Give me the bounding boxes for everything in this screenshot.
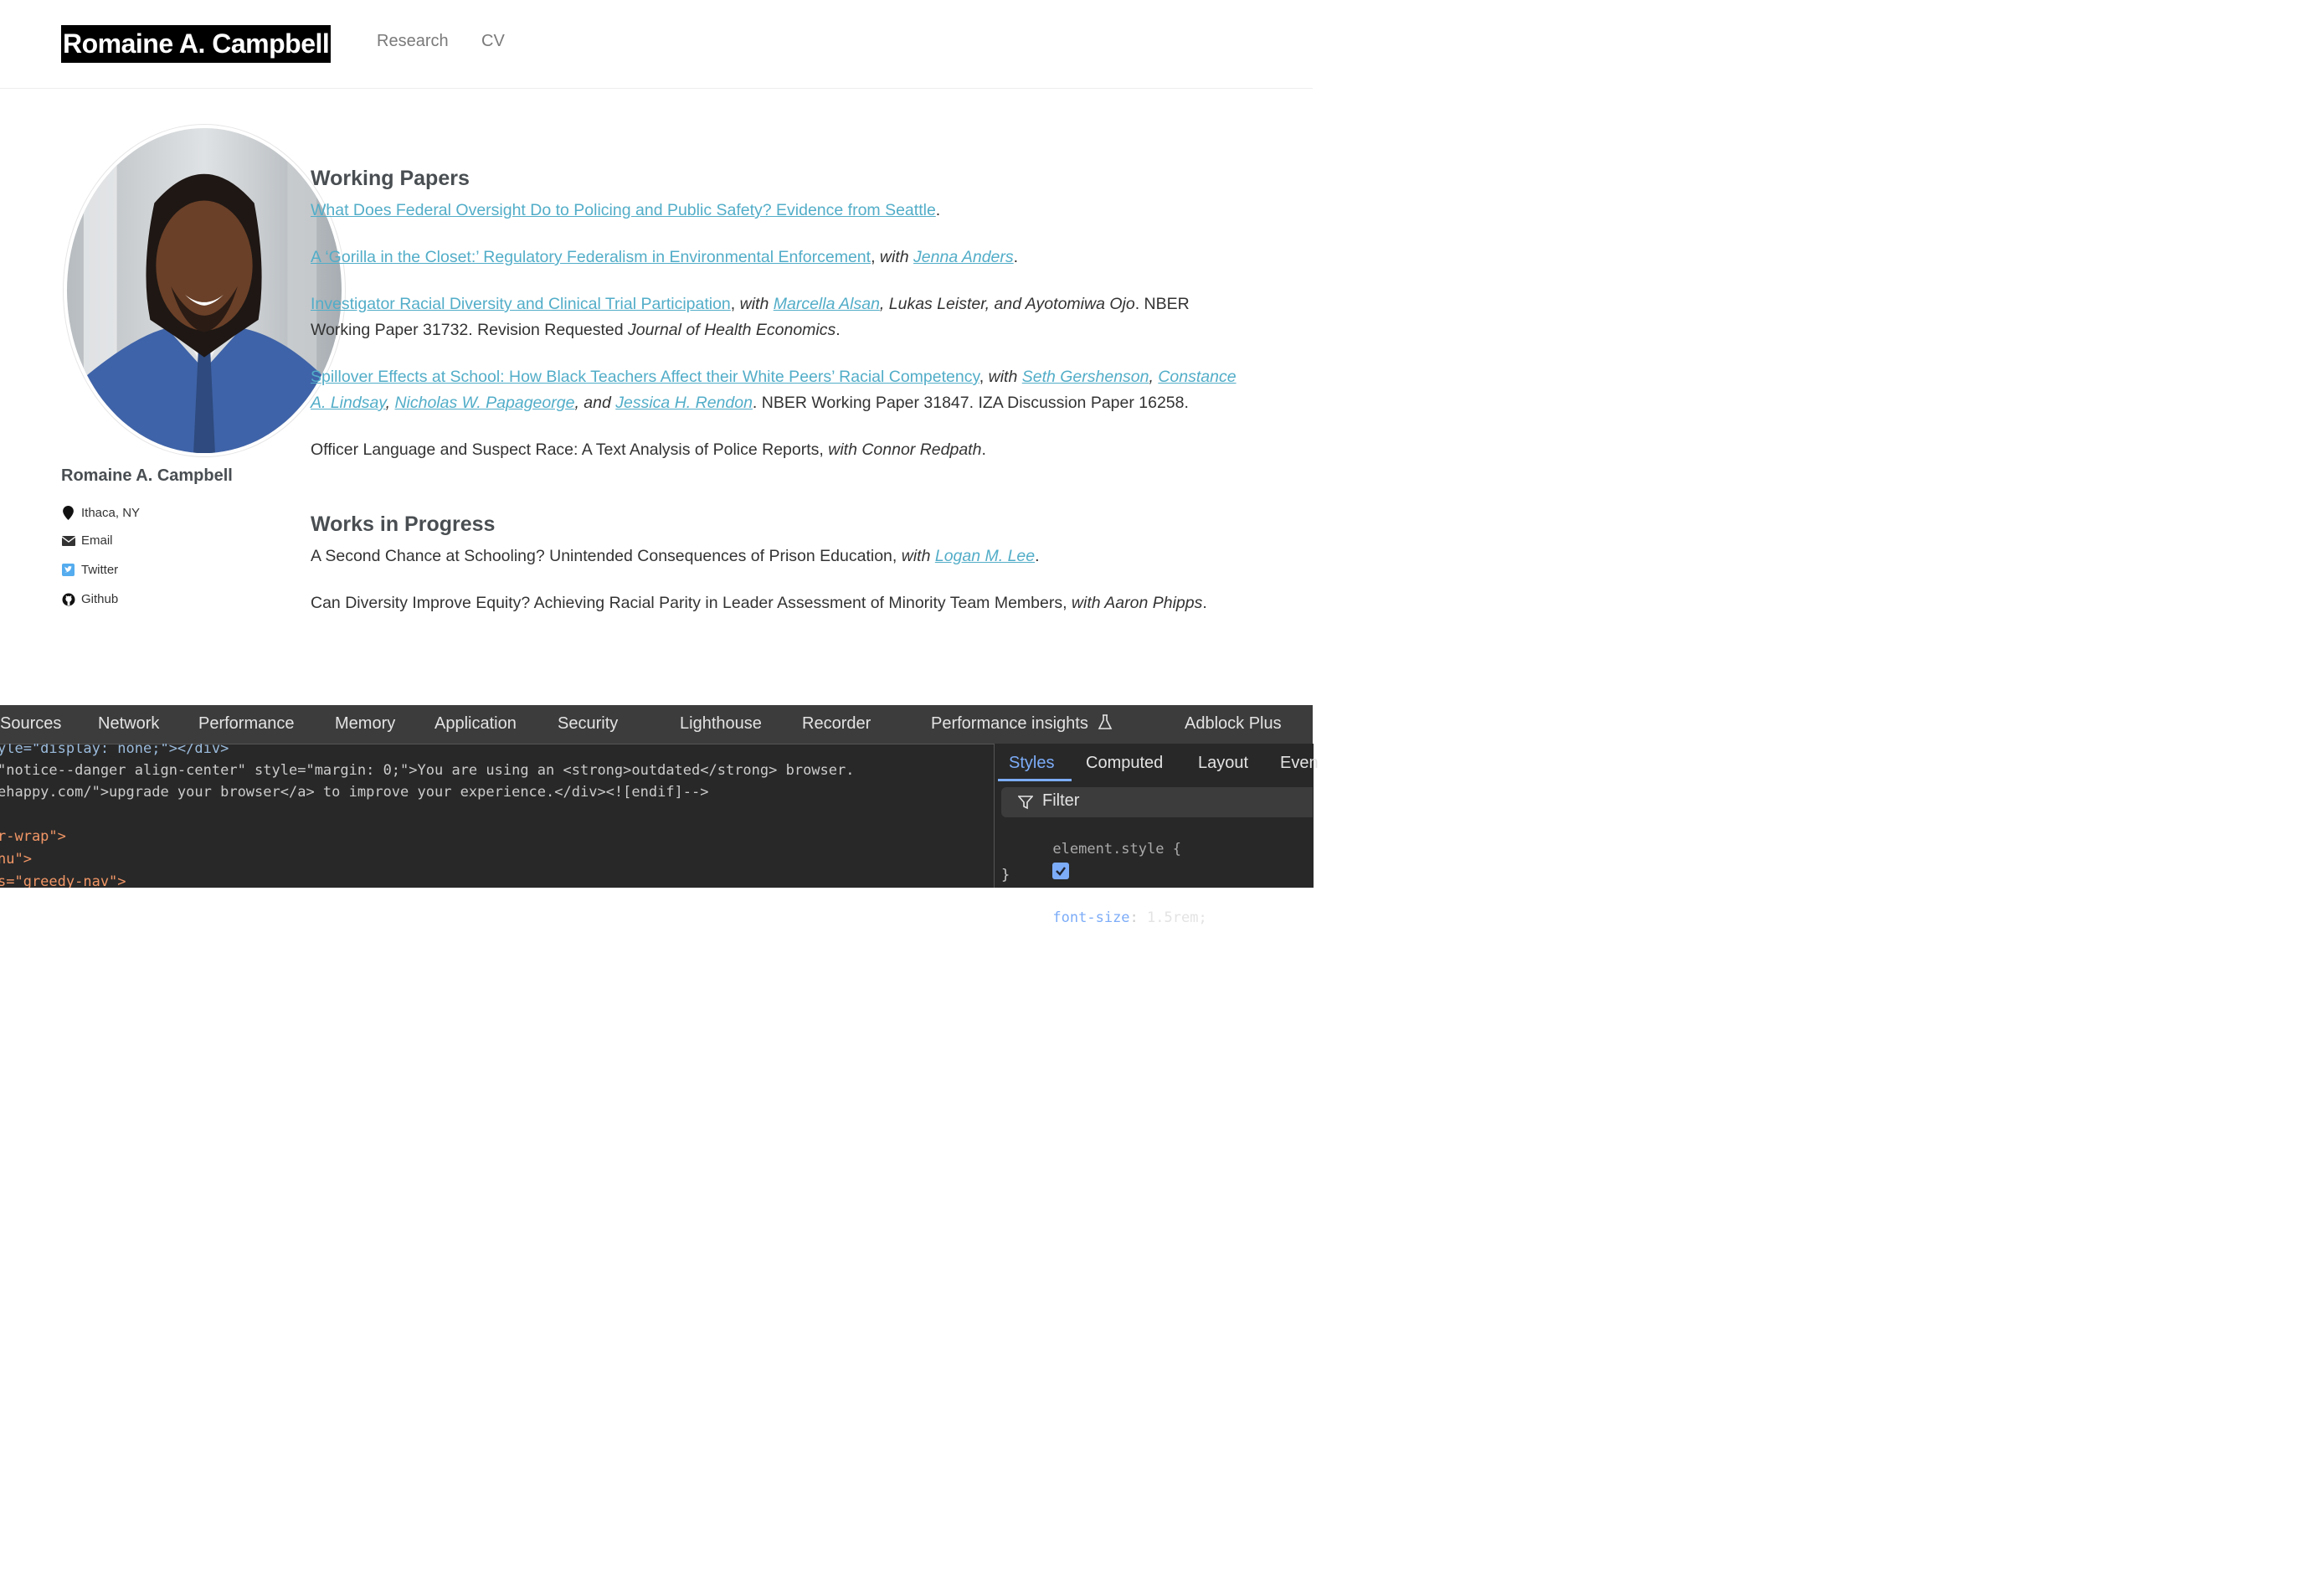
author-photo <box>67 128 342 453</box>
twitter-link[interactable]: Twitter <box>81 563 118 577</box>
paper-authors: with Connor Redpath <box>828 440 982 459</box>
author-name: Romaine A. Campbell <box>61 466 233 485</box>
with-text: with <box>988 368 1018 386</box>
code-line-text: nu"> <box>0 851 32 868</box>
nav-cv-link[interactable]: CV <box>481 32 505 51</box>
filter-placeholder: Filter <box>1042 791 1080 810</box>
tab-recorder[interactable]: Recorder <box>802 714 871 734</box>
tab-application[interactable]: Application <box>434 714 517 734</box>
main-content: Working Papers What Does Federal Oversig… <box>311 159 1248 637</box>
coauthor-link[interactable]: Marcella Alsan <box>774 295 880 313</box>
location-item: Ithaca, NY <box>61 506 140 520</box>
paper-title-link[interactable]: A ‘Gorilla in the Closet:’ Regulatory Fe… <box>311 248 871 266</box>
email-item[interactable]: Email <box>61 533 113 548</box>
coauthor-link[interactable]: Seth Gershenson <box>1022 368 1149 386</box>
paper-item: What Does Federal Oversight Do to Polici… <box>311 201 941 219</box>
active-tab-indicator <box>998 779 1072 781</box>
paper-title-link[interactable]: Spillover Effects at School: How Black T… <box>311 368 979 386</box>
paper-item: Can Diversity Improve Equity? Achieving … <box>311 594 1207 612</box>
nav-research-link[interactable]: Research <box>377 32 449 51</box>
tab-memory[interactable]: Memory <box>335 714 395 734</box>
styles-pane: Styles Computed Layout Even Filter eleme… <box>994 744 1319 926</box>
with-text: with <box>901 547 931 565</box>
paper-title-link[interactable]: What Does Federal Oversight Do to Polici… <box>311 201 936 219</box>
and-text: and <box>584 394 611 412</box>
flask-icon <box>1098 714 1113 729</box>
working-papers-heading: Working Papers <box>311 167 470 190</box>
paper-item: A ‘Gorilla in the Closet:’ Regulatory Fe… <box>311 248 1019 266</box>
paper-item: Investigator Racial Diversity and Clinic… <box>311 295 1190 339</box>
paper-item: Officer Language and Suspect Race: A Tex… <box>311 440 986 459</box>
tab-layout[interactable]: Layout <box>1198 754 1248 773</box>
tab-adblock-plus[interactable]: Adblock Plus <box>1185 714 1282 734</box>
devtools-panel: Sources Network Performance Memory Appli… <box>0 705 1319 926</box>
paper-title: A Second Chance at Schooling? Unintended… <box>311 547 902 565</box>
masthead: Romaine A. Campbell Research CV <box>0 0 1313 89</box>
twitter-item[interactable]: Twitter <box>61 563 118 577</box>
journal-name: Journal of Health Economics <box>628 321 836 339</box>
works-in-progress-heading: Works in Progress <box>311 513 496 536</box>
tab-performance-insights-label: Performance insights <box>931 714 1088 733</box>
code-line: ehappy.com/">upgrade your browser</a> to… <box>0 784 709 801</box>
tab-computed[interactable]: Computed <box>1086 754 1163 773</box>
other-coauthors: , Lukas Leister, and Ayotomiwa Ojo <box>879 295 1135 313</box>
filter-icon <box>1018 796 1033 810</box>
paper-item: A Second Chance at Schooling? Unintended… <box>311 547 1040 565</box>
code-line-text: yle="display: none;"></div> <box>0 744 229 757</box>
tab-event-listeners[interactable]: Even <box>1280 754 1319 773</box>
devtools-tab-bar: Sources Network Performance Memory Appli… <box>0 705 1313 744</box>
code-line: r-wrap"> <box>0 828 66 845</box>
styles-filter-input[interactable]: Filter <box>1001 787 1313 817</box>
site-title-link[interactable]: Romaine A. Campbell <box>61 25 332 63</box>
twitter-icon <box>61 563 75 577</box>
code-line-text: r-wrap"> <box>0 828 66 845</box>
style-declaration[interactable]: font-size: 1.5rem; <box>1001 846 1207 943</box>
code-line-text: s="greedy-nav"> <box>0 873 126 888</box>
tab-sources[interactable]: Sources <box>0 714 61 734</box>
tab-performance[interactable]: Performance <box>198 714 295 734</box>
paper-title: Officer Language and Suspect Race: A Tex… <box>311 440 829 459</box>
tab-styles[interactable]: Styles <box>1009 754 1054 773</box>
author-avatar <box>63 124 346 457</box>
location-label: Ithaca, NY <box>81 506 141 520</box>
tab-performance-insights[interactable]: Performance insights <box>931 714 1113 734</box>
map-marker-icon <box>61 506 75 520</box>
tab-lighthouse[interactable]: Lighthouse <box>680 714 762 734</box>
declaration-value[interactable]: 1.5rem; <box>1147 909 1207 926</box>
with-text: with <box>739 295 769 313</box>
checkbox-checked-icon[interactable] <box>1052 863 1070 879</box>
elements-source-view[interactable]: yle="display: none;"></div> "notice--dan… <box>0 744 994 888</box>
paper-title: Can Diversity Improve Equity? Achieving … <box>311 594 1072 612</box>
paper-note: . NBER Working Paper 31847. IZA Discussi… <box>752 394 1189 412</box>
paper-item: Spillover Effects at School: How Black T… <box>311 368 1237 412</box>
coauthor-link[interactable]: Jenna Anders <box>913 248 1014 266</box>
tab-security[interactable]: Security <box>558 714 618 734</box>
code-line: nu"> <box>0 851 32 868</box>
code-line: yle="display: none;"></div> <box>0 744 229 757</box>
coauthor-link[interactable]: Logan M. Lee <box>935 547 1035 565</box>
code-line: s="greedy-nav"> <box>0 873 126 888</box>
paper-title-link[interactable]: Investigator Racial Diversity and Clinic… <box>311 295 731 313</box>
with-text: with <box>879 248 909 266</box>
code-line: "notice--danger align-center" style="mar… <box>0 762 855 779</box>
closing-brace: } <box>1001 867 1010 883</box>
github-icon <box>61 592 75 606</box>
github-item[interactable]: Github <box>61 592 118 606</box>
email-link[interactable]: Email <box>81 533 113 548</box>
paper-authors: with Aaron Phipps <box>1071 594 1203 612</box>
coauthor-link[interactable]: Jessica H. Rendon <box>615 394 753 412</box>
coauthor-link[interactable]: Nicholas W. Papageorge <box>394 394 574 412</box>
envelope-icon <box>61 533 75 548</box>
tab-network[interactable]: Network <box>98 714 159 734</box>
github-link[interactable]: Github <box>81 592 118 606</box>
